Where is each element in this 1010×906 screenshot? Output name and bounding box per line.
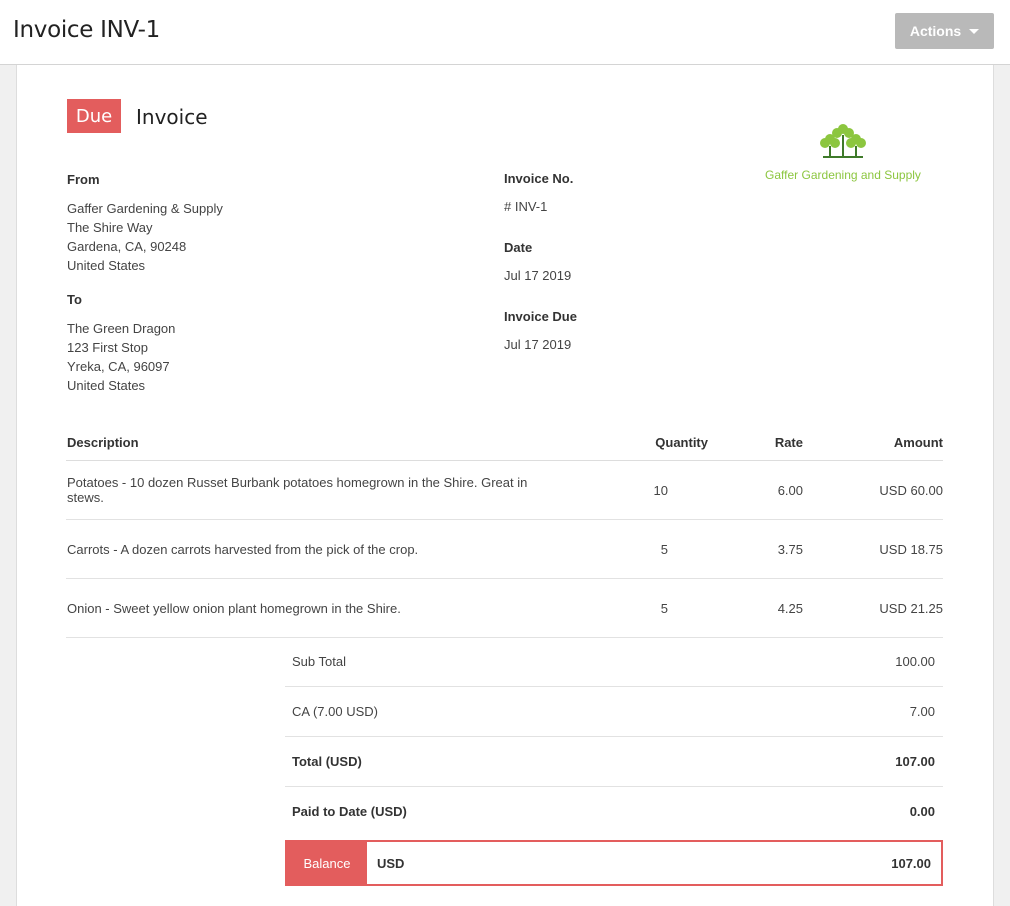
item-quantity: 10 [653, 482, 668, 498]
paid-row: Paid to Date (USD) 0.00 [285, 787, 943, 836]
status-badge: Due [67, 99, 121, 133]
item-description: Onion - Sweet yellow onion plant homegro… [67, 600, 401, 616]
to-line: United States [67, 378, 146, 393]
total-row: Total (USD) 107.00 [285, 737, 943, 787]
total-value: 107.00 [895, 754, 935, 769]
table-row: Onion - Sweet yellow onion plant homegro… [66, 579, 943, 638]
tax-label: CA (7.00 USD) [292, 704, 378, 719]
col-description: Description [67, 435, 139, 450]
subtotal-row: Sub Total 100.00 [285, 637, 943, 687]
to-address: The Green Dragon 123 First Stop Yreka, C… [67, 319, 175, 395]
subtotal-value: 100.00 [895, 654, 935, 669]
balance-label: Balance [287, 842, 367, 884]
invoice-heading: Invoice [136, 105, 208, 129]
item-description: Carrots - A dozen carrots harvested from… [67, 541, 419, 557]
line-items-table: Description Quantity Rate Amount Potatoe… [66, 425, 943, 638]
item-amount: USD 21.25 [879, 600, 943, 616]
from-line: The Shire Way [67, 220, 153, 235]
from-address: Gaffer Gardening & Supply The Shire Way … [67, 199, 223, 275]
actions-label: Actions [909, 23, 962, 39]
trees-logo-icon [820, 124, 866, 158]
from-line: Gaffer Gardening & Supply [67, 201, 223, 216]
item-rate: 3.75 [777, 541, 803, 557]
col-amount: Amount [893, 435, 943, 450]
actions-button[interactable]: Actions [895, 13, 994, 49]
item-amount: USD 60.00 [879, 482, 943, 498]
due-date-label: Invoice Due [504, 309, 577, 324]
balance-box: Balance USD 107.00 [285, 840, 943, 886]
invoice-number-label: Invoice No. [504, 171, 574, 186]
item-quantity: 5 [660, 600, 668, 616]
from-label: From [67, 172, 100, 187]
totals-section: Sub Total 100.00 CA (7.00 USD) 7.00 Tota… [285, 637, 943, 886]
item-rate: 6.00 [777, 482, 803, 498]
to-label: To [67, 292, 82, 307]
tax-row: CA (7.00 USD) 7.00 [285, 687, 943, 737]
page-title: Invoice INV-1 [13, 17, 160, 43]
balance-value: 107.00 [891, 855, 931, 871]
item-description: Potatoes - 10 dozen Russet Burbank potat… [67, 475, 528, 505]
invoice-date: Jul 17 2019 [504, 268, 572, 283]
from-line: United States [67, 258, 146, 273]
caret-down-icon [969, 28, 980, 34]
to-line: 123 First Stop [67, 340, 148, 355]
from-line: Gardena, CA, 90248 [67, 239, 187, 254]
top-bar: Invoice INV-1 Actions [0, 0, 1010, 65]
table-row: Potatoes - 10 dozen Russet Burbank potat… [66, 461, 943, 520]
logo-text: Gaffer Gardening and Supply [765, 168, 921, 182]
item-amount: USD 18.75 [879, 541, 943, 557]
item-rate: 4.25 [777, 600, 803, 616]
paid-value: 0.00 [909, 804, 935, 819]
col-rate: Rate [774, 435, 803, 450]
tax-value: 7.00 [909, 704, 935, 719]
col-quantity: Quantity [655, 435, 708, 450]
to-line: Yreka, CA, 96097 [67, 359, 170, 374]
item-quantity: 5 [660, 541, 668, 557]
company-logo: Gaffer Gardening and Supply [761, 123, 925, 182]
invoice-sheet: Due Invoice From Gaffer Gardening & Supp… [16, 65, 994, 906]
invoice-number: # INV-1 [504, 199, 548, 214]
table-header: Description Quantity Rate Amount [66, 425, 943, 461]
paid-label: Paid to Date (USD) [292, 804, 407, 819]
to-line: The Green Dragon [67, 321, 176, 336]
balance-currency: USD [377, 855, 405, 871]
table-row: Carrots - A dozen carrots harvested from… [66, 520, 943, 579]
subtotal-label: Sub Total [292, 654, 346, 669]
date-label: Date [504, 240, 533, 255]
due-date: Jul 17 2019 [504, 337, 572, 352]
total-label: Total (USD) [292, 754, 362, 769]
